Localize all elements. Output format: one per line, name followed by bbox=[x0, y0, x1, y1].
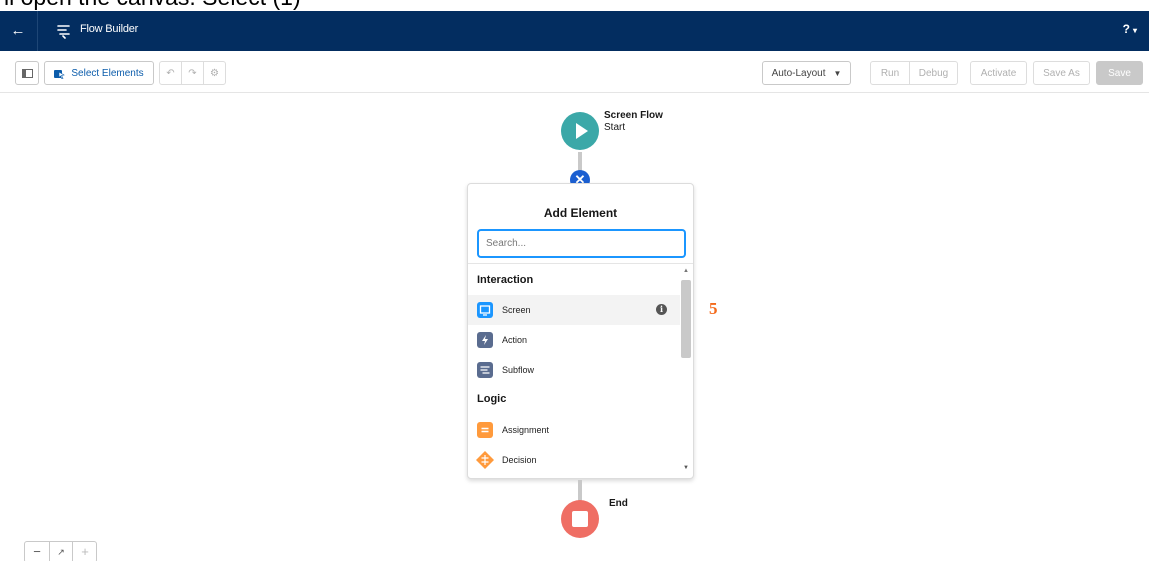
element-item-label: Assignment bbox=[502, 425, 550, 435]
save-as-button[interactable]: Save As bbox=[1033, 61, 1090, 85]
stop-icon bbox=[572, 511, 588, 527]
element-item-subflow[interactable]: Subflow bbox=[468, 355, 680, 385]
header-divider bbox=[37, 11, 38, 51]
element-item-decision[interactable]: Decision bbox=[468, 445, 680, 475]
flow-icon bbox=[57, 25, 70, 39]
chevron-down-icon: ▾ bbox=[1132, 26, 1137, 35]
element-item-action[interactable]: Action bbox=[468, 325, 680, 355]
settings-button[interactable]: ⚙ bbox=[203, 61, 226, 85]
start-node-label: Screen Flow Start bbox=[604, 110, 663, 134]
select-elements-icon bbox=[54, 69, 66, 79]
layout-select-value: Auto-Layout bbox=[771, 67, 826, 79]
redo-icon: ↷ bbox=[188, 67, 197, 79]
layout-select[interactable]: Auto-Layout ▼ bbox=[762, 61, 851, 85]
search-placeholder: Search... bbox=[486, 238, 527, 249]
debug-button[interactable]: Debug bbox=[909, 61, 958, 85]
element-item-label: Subflow bbox=[502, 365, 535, 375]
panel-title: Add Element bbox=[543, 206, 618, 220]
plus-icon: + bbox=[81, 544, 89, 559]
caption-text: il open the canvas. Select (1) bbox=[4, 0, 301, 11]
select-elements-button[interactable]: Select Elements bbox=[44, 61, 154, 85]
zoom-controls: − ↗ + bbox=[24, 541, 97, 561]
activate-button[interactable]: Activate bbox=[970, 61, 1027, 85]
end-node bbox=[561, 500, 599, 538]
caption-strip: il open the canvas. Select (1) bbox=[0, 0, 1149, 11]
help-icon: ? bbox=[1122, 22, 1130, 36]
save-button[interactable]: Save bbox=[1096, 61, 1143, 85]
screen-icon bbox=[477, 302, 493, 318]
section-interaction: Interaction bbox=[477, 274, 534, 286]
assignment-icon bbox=[477, 422, 493, 438]
connector-line bbox=[578, 152, 582, 172]
scroll-down-icon[interactable]: ▼ bbox=[683, 465, 689, 471]
add-element-panel: Add Element Search... Interaction Screen… bbox=[467, 183, 694, 479]
toggle-panel-button[interactable] bbox=[15, 61, 39, 85]
run-button[interactable]: Run bbox=[870, 61, 910, 85]
subflow-icon bbox=[477, 362, 493, 378]
panel-toggle-icon bbox=[21, 68, 33, 78]
back-arrow-icon[interactable]: ← bbox=[8, 21, 28, 41]
play-icon bbox=[576, 123, 588, 139]
scrollbar-thumb[interactable] bbox=[681, 280, 691, 358]
element-item-label: Screen bbox=[502, 305, 531, 315]
app-header: ← Flow Builder ? ▾ bbox=[0, 11, 1149, 51]
start-label: Start bbox=[604, 122, 626, 133]
undo-button[interactable]: ↶ bbox=[159, 61, 182, 85]
connector-line bbox=[578, 480, 582, 502]
element-item-label: Decision bbox=[502, 455, 537, 465]
minus-icon: − bbox=[33, 544, 41, 559]
gear-icon: ⚙ bbox=[210, 67, 219, 79]
fit-view-button[interactable]: ↗ bbox=[49, 542, 73, 561]
app-title: Flow Builder bbox=[80, 23, 139, 35]
section-logic: Logic bbox=[477, 393, 507, 405]
zoom-in-button[interactable]: + bbox=[73, 542, 97, 561]
chevron-down-icon: ▼ bbox=[833, 68, 842, 78]
redo-button[interactable]: ↷ bbox=[181, 61, 204, 85]
expand-icon: ↗ bbox=[57, 547, 65, 557]
select-elements-label: Select Elements bbox=[71, 67, 144, 79]
search-input[interactable]: Search... bbox=[478, 230, 685, 257]
decision-icon bbox=[476, 451, 494, 469]
end-label: End bbox=[609, 498, 628, 509]
info-icon[interactable]: i bbox=[656, 304, 667, 315]
divider bbox=[468, 263, 693, 264]
element-item-screen[interactable]: Screen i bbox=[468, 295, 680, 325]
flow-type-label: Screen Flow bbox=[604, 110, 663, 121]
help-menu-button[interactable]: ? ▾ bbox=[1123, 22, 1137, 36]
element-item-label: Action bbox=[502, 335, 528, 345]
start-node[interactable] bbox=[561, 112, 599, 150]
element-item-assignment[interactable]: Assignment bbox=[468, 415, 680, 445]
undo-icon: ↶ bbox=[166, 67, 175, 79]
zoom-out-button[interactable]: − bbox=[25, 542, 49, 561]
action-icon bbox=[477, 332, 493, 348]
builder-toolbar: Select Elements ↶ ↷ ⚙ Auto-Layout ▼ Run … bbox=[0, 51, 1149, 93]
scroll-up-icon[interactable]: ▲ bbox=[683, 268, 689, 274]
step-annotation: 5 bbox=[709, 299, 718, 318]
